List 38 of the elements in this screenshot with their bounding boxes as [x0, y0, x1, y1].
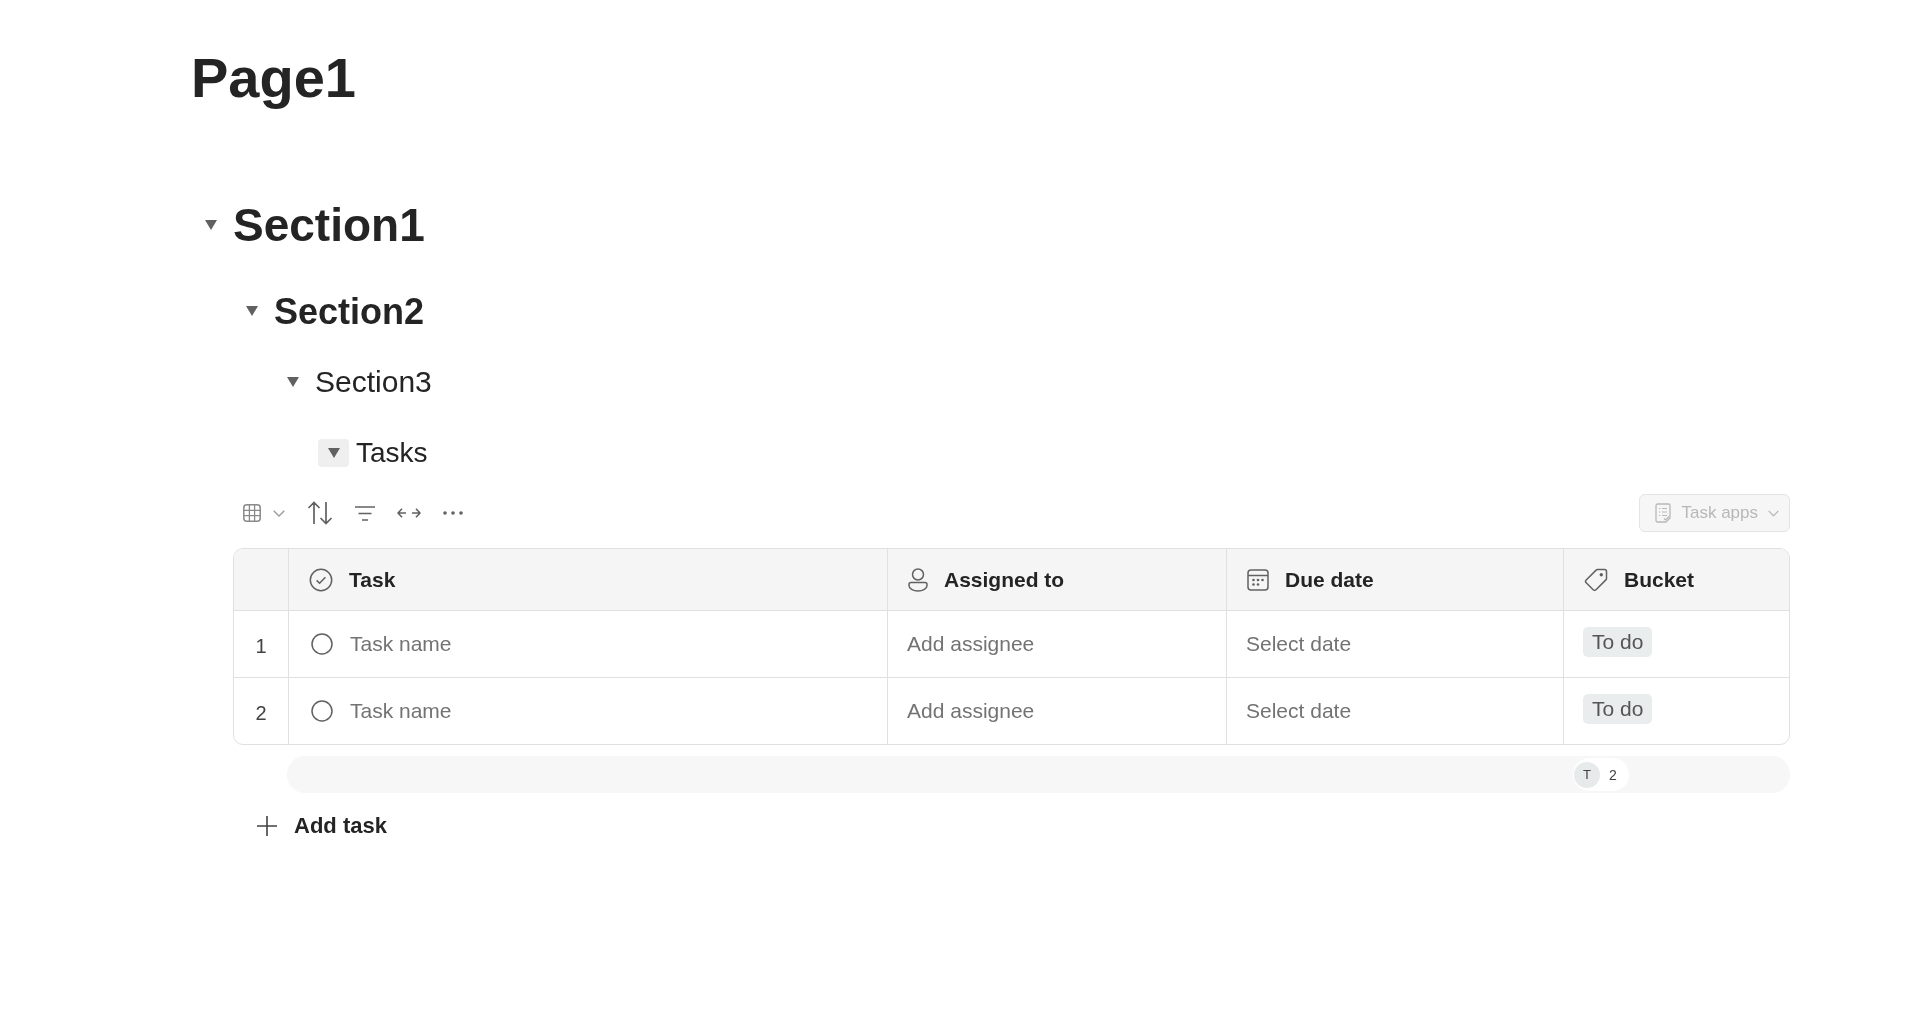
column-header[interactable]: Bucket [1624, 567, 1695, 592]
table-grid-icon [243, 504, 261, 523]
complete-checkbox[interactable] [311, 700, 333, 723]
expand-toggle[interactable] [318, 439, 349, 468]
page-title: Page1 [191, 45, 356, 111]
person-icon [908, 567, 928, 592]
arrows-left-right-icon[interactable] [397, 507, 421, 520]
column-header[interactable]: Assigned to [944, 567, 1065, 592]
assignee-field[interactable]: Add assignee [907, 632, 1035, 657]
sort-icon[interactable] [307, 501, 333, 526]
calendar-icon [1247, 568, 1269, 591]
section-heading: Section3 [315, 364, 432, 401]
row-number: 2 [255, 700, 267, 725]
section-heading: Tasks [356, 436, 428, 470]
chevron-down-icon [1768, 509, 1779, 517]
section-heading: Section1 [233, 197, 425, 253]
chevron-down-icon [273, 509, 285, 517]
section-heading: Section2 [274, 289, 425, 333]
column-header[interactable]: Task [349, 567, 396, 592]
column-header[interactable]: Due date [1285, 567, 1374, 592]
due-date-field[interactable]: Select date [1246, 699, 1352, 724]
bucket-tag[interactable]: To do [1583, 627, 1653, 658]
add-task-button[interactable]: Add task [257, 806, 387, 847]
check-circle-icon [309, 567, 333, 592]
avatar: T [1574, 761, 1600, 788]
row-number: 1 [255, 633, 267, 658]
task-name-field[interactable]: Task name [350, 632, 452, 657]
filter-icon[interactable] [355, 505, 375, 521]
assignee-count: 2 [1609, 766, 1617, 783]
task-name-field[interactable]: Task name [350, 699, 452, 724]
more-icon[interactable] [443, 511, 463, 516]
plus-icon [257, 816, 277, 837]
complete-checkbox[interactable] [311, 633, 333, 656]
assignee-field[interactable]: Add assignee [907, 699, 1035, 724]
due-date-field[interactable]: Select date [1246, 632, 1352, 657]
checklist-icon [1655, 503, 1672, 524]
tag-icon [1584, 567, 1608, 592]
bucket-tag[interactable]: To do [1583, 694, 1653, 725]
